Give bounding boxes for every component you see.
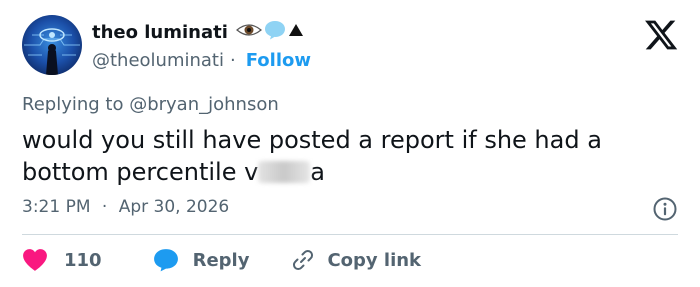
handle[interactable]: @theoluminati — [92, 50, 224, 71]
tweet-text: would you still have posted a report if … — [22, 124, 682, 188]
like-button[interactable]: 110 — [22, 248, 102, 272]
reply-bubble-icon — [153, 248, 179, 272]
avatar[interactable] — [22, 15, 82, 75]
reply-label: Reply — [192, 249, 250, 271]
link-icon — [291, 248, 315, 272]
info-icon[interactable] — [652, 196, 678, 222]
copy-link-button[interactable]: Copy link — [279, 248, 421, 272]
black-triangle-icon — [288, 22, 304, 42]
tweet-date: Apr 30, 2026 — [118, 197, 230, 217]
action-bar: 110 Reply Copy link — [22, 246, 421, 274]
tweet-timestamp[interactable]: 3:21 PM · Apr 30, 2026 — [22, 197, 229, 217]
name-emojis — [235, 20, 304, 44]
copy-link-label: Copy link — [327, 249, 422, 271]
blurred-text — [258, 161, 311, 183]
eye-icon — [235, 21, 262, 43]
like-count: 110 — [64, 249, 102, 271]
follow-button[interactable]: Follow — [246, 50, 311, 71]
tweet-time: 3:21 PM — [22, 197, 91, 217]
tweet-text-part2: a — [310, 158, 326, 186]
tweet-card: theo luminati @theoluminati · Follow Rep… — [0, 0, 700, 287]
x-logo-icon[interactable] — [644, 20, 678, 50]
separator: · — [101, 197, 108, 217]
speech-bubble-icon — [264, 20, 286, 44]
separator: · — [230, 49, 236, 71]
author-block: theo luminati @theoluminati · Follow — [92, 20, 311, 72]
replying-to[interactable]: Replying to @bryan_johnson — [22, 94, 279, 115]
divider — [22, 234, 678, 235]
reply-button[interactable]: Reply — [139, 248, 250, 272]
heart-icon — [22, 248, 48, 272]
display-name[interactable]: theo luminati — [92, 22, 228, 43]
